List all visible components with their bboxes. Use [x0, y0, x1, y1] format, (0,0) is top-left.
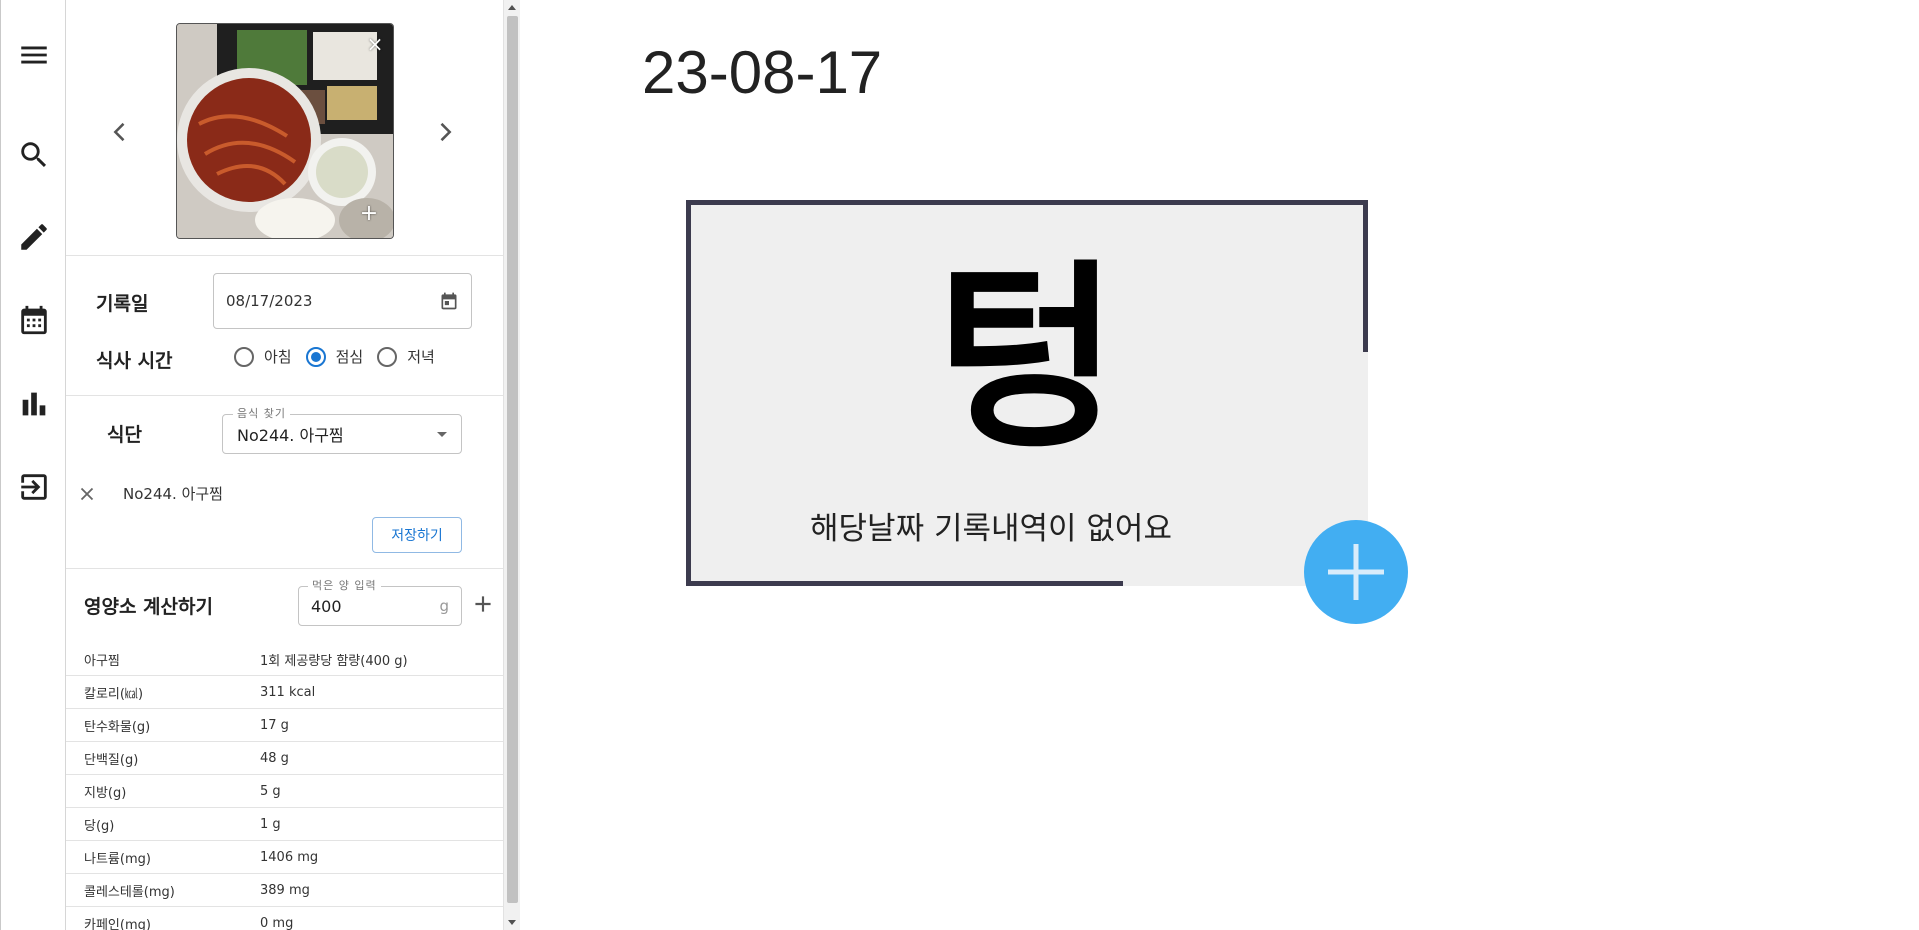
amount-value: 400	[311, 596, 342, 616]
photo-carousel: × +	[66, 0, 503, 256]
nutrient-value: 17 g	[260, 717, 289, 733]
save-button[interactable]: 저장하기	[372, 517, 462, 553]
divider	[66, 395, 503, 396]
card-border	[686, 200, 1368, 205]
nutrient-name: 아구찜	[84, 653, 120, 669]
table-row: 나트륨(mg) 1406 mg	[66, 841, 503, 874]
chevron-down-icon[interactable]	[437, 431, 447, 437]
empty-state-message: 해당날짜 기록내역이 없어요	[810, 511, 1172, 547]
radio-dinner-label: 저녁	[407, 348, 435, 366]
bar-chart-icon[interactable]	[12, 382, 56, 426]
nutrient-value: 5 g	[260, 783, 281, 799]
scroll-down-arrow[interactable]	[508, 920, 516, 925]
radio-lunch[interactable]: 점심	[305, 346, 364, 367]
nutrient-value: 1 g	[260, 816, 281, 832]
food-search-label: 음식 찾기	[233, 405, 290, 421]
table-row: 당(g) 1 g	[66, 808, 503, 841]
chevron-left-icon[interactable]	[104, 112, 136, 152]
nutrient-value: 0 mg	[260, 915, 294, 930]
add-record-button[interactable]	[1304, 520, 1408, 624]
radio-dinner-circle[interactable]	[377, 346, 398, 367]
nutrient-name: 단백질(g)	[84, 752, 139, 768]
table-row: 탄수화물(g) 17 g	[66, 709, 503, 742]
card-border	[686, 581, 1123, 586]
nutrient-name: 카페인(mg)	[84, 917, 151, 930]
pencil-icon[interactable]	[12, 215, 56, 259]
record-panel: × + 기록일 08/17/2023 식사 시간 아침 점심 저녁 식단 No2…	[66, 0, 503, 930]
scroll-up-arrow[interactable]	[508, 5, 516, 10]
calendar-icon[interactable]	[12, 298, 56, 342]
radio-lunch-circle[interactable]	[305, 346, 326, 367]
close-icon	[80, 487, 94, 501]
nutrition-title: 영양소 계산하기	[84, 596, 213, 618]
logout-icon[interactable]	[12, 465, 56, 509]
nutrient-value: 48 g	[260, 750, 289, 766]
nutrient-name: 당(g)	[84, 818, 115, 834]
record-date-label: 기록일	[96, 293, 149, 315]
chevron-right-icon[interactable]	[429, 112, 461, 152]
nutrient-name: 칼로리(㎉)	[84, 686, 144, 702]
nutrient-name: 나트륨(mg)	[84, 851, 151, 867]
plus-icon	[475, 596, 491, 612]
page-title: 23-08-17	[642, 39, 883, 106]
table-row: 아구찜 1회 제공량당 함량(400 g)	[66, 643, 503, 676]
table-row: 칼로리(㎉) 311 kcal	[66, 676, 503, 709]
radio-breakfast-label: 아침	[264, 348, 292, 366]
nutrient-name: 탄수화물(g)	[84, 719, 151, 735]
meal-time-label: 식사 시간	[96, 350, 173, 372]
nutrient-value: 311 kcal	[260, 684, 316, 700]
nutrient-value: 389 mg	[260, 882, 310, 898]
panel-scrollbar[interactable]	[503, 0, 520, 930]
calendar-picker-icon[interactable]	[439, 291, 459, 311]
icon-rail	[0, 0, 66, 930]
nutrient-value: 1회 제공량당 함량(400 g)	[260, 653, 408, 669]
radio-dinner[interactable]: 저녁	[377, 346, 435, 367]
amount-unit: g	[439, 597, 449, 615]
selected-food-item: No244. 아구찜	[123, 485, 223, 503]
table-row: 카페인(mg) 0 mg	[66, 907, 503, 930]
empty-state-glyph: 텅	[934, 243, 1119, 476]
scroll-thumb[interactable]	[507, 16, 518, 903]
table-row: 콜레스테롤(mg) 389 mg	[66, 874, 503, 907]
nutrient-name: 지방(g)	[84, 785, 127, 801]
nutrient-value: 1406 mg	[260, 849, 319, 865]
menu-icon[interactable]	[12, 33, 56, 77]
plus-icon	[1328, 544, 1384, 600]
radio-breakfast[interactable]: 아침	[234, 346, 292, 367]
meal-photo: × +	[176, 23, 394, 239]
meal-time-radio-group: 아침 점심 저녁	[234, 346, 449, 367]
record-date-value: 08/17/2023	[226, 292, 313, 310]
table-row: 단백질(g) 48 g	[66, 742, 503, 775]
table-row: 지방(g) 5 g	[66, 775, 503, 808]
add-photo-button[interactable]: +	[359, 203, 379, 225]
add-amount-button[interactable]	[470, 591, 496, 617]
search-icon[interactable]	[12, 133, 56, 177]
amount-label: 먹은 양 입력	[308, 577, 381, 593]
meal-label: 식단	[107, 424, 142, 446]
nutrition-table: 아구찜 1회 제공량당 함량(400 g) 칼로리(㎉) 311 kcal 탄수화물…	[66, 643, 503, 930]
remove-food-button[interactable]	[76, 483, 98, 505]
food-search-value: No244. 아구찜	[237, 426, 344, 445]
record-date-input[interactable]: 08/17/2023	[213, 273, 472, 329]
nutrient-name: 콜레스테롤(mg)	[84, 884, 175, 900]
remove-photo-button[interactable]: ×	[365, 34, 385, 54]
radio-breakfast-circle[interactable]	[234, 346, 254, 367]
divider	[66, 568, 503, 569]
radio-lunch-label: 점심	[335, 348, 364, 366]
